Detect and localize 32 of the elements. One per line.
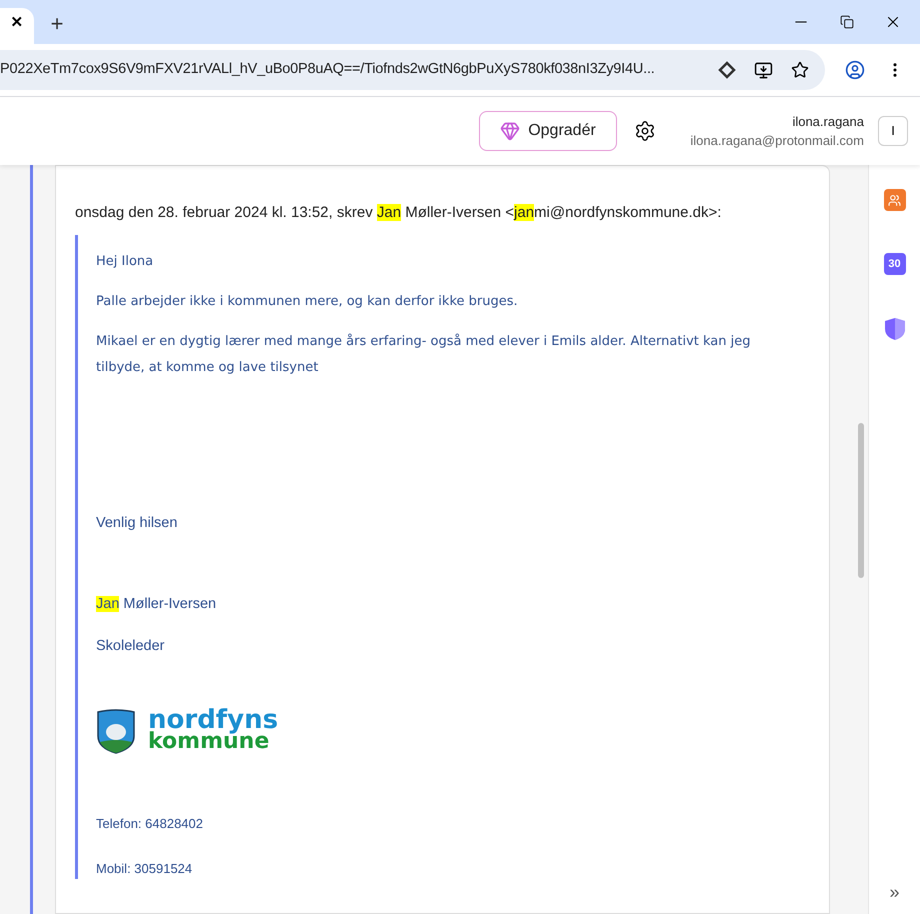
sender-name: Jan Møller-Iversen	[96, 595, 218, 614]
diamond-icon[interactable]	[718, 61, 736, 79]
profile-icon[interactable]	[845, 60, 865, 80]
contact-line: Mobil: 30591524	[96, 860, 194, 878]
user-email: ilona.ragana@protonmail.com	[690, 132, 864, 150]
contacts-app-icon[interactable]	[884, 189, 906, 211]
job-title: Skoleleder	[96, 637, 166, 656]
closing-text: Venlig hilsen	[96, 514, 178, 532]
expand-rail-button[interactable]: »	[889, 879, 900, 906]
message-paragraph: Palle arbejder ikke i kommunen mere, og kan derfor ikke bruges.	[96, 292, 519, 310]
address-bar[interactable]: P022XeTm7cox9S6V9mFXV21rVALl_hV_uBo0P8uAQ==/Tiofnds2wGtN6gbPuXyS780kf038nI3Zy9I4U...	[0, 50, 825, 90]
user-name: ilona.ragana	[792, 112, 864, 131]
close-tab-button[interactable]: ✕	[10, 14, 24, 32]
gem-icon	[500, 121, 520, 141]
new-tab-button[interactable]: +	[42, 12, 72, 36]
avatar-button[interactable]: I	[878, 116, 908, 146]
browser-tab[interactable]: ✕	[0, 8, 34, 44]
coat-of-arms-icon	[96, 708, 136, 754]
shield-icon[interactable]	[884, 317, 906, 341]
bookmark-star-icon[interactable]	[791, 61, 809, 79]
message-paragraph: Hej Ilona	[96, 252, 154, 270]
settings-icon[interactable]	[634, 120, 656, 142]
quote-header: onsdag den 28. februar 2024 kl. 13:52, skrev Jan Møller-Iversen <janmi@nordfynskommune.dk>:	[75, 203, 722, 223]
upgrade-button[interactable]: Opgradér	[479, 111, 617, 151]
scrollbar-thumb[interactable]	[858, 423, 864, 578]
message-paragraph: Mikael er en dygtig lærer med mange års erfaring- også med elever i Emils alder. Alternativt kan jeg tilbyde, at komme og lave tilsynet	[96, 332, 752, 376]
contact-line: Telefon: 64828402	[96, 814, 204, 833]
municipality-logo-text: nordfyns kommune	[148, 708, 278, 753]
install-app-icon[interactable]	[754, 60, 773, 80]
restore-icon[interactable]	[840, 15, 854, 29]
calendar-app-icon[interactable]: 30	[884, 253, 906, 275]
url-text: P022XeTm7cox9S6V9mFXV21rVALl_hV_uBo0P8uAQ==/Tiofnds2wGtN6gbPuXyS780kf038nI3Zy9I4U...	[0, 60, 655, 80]
